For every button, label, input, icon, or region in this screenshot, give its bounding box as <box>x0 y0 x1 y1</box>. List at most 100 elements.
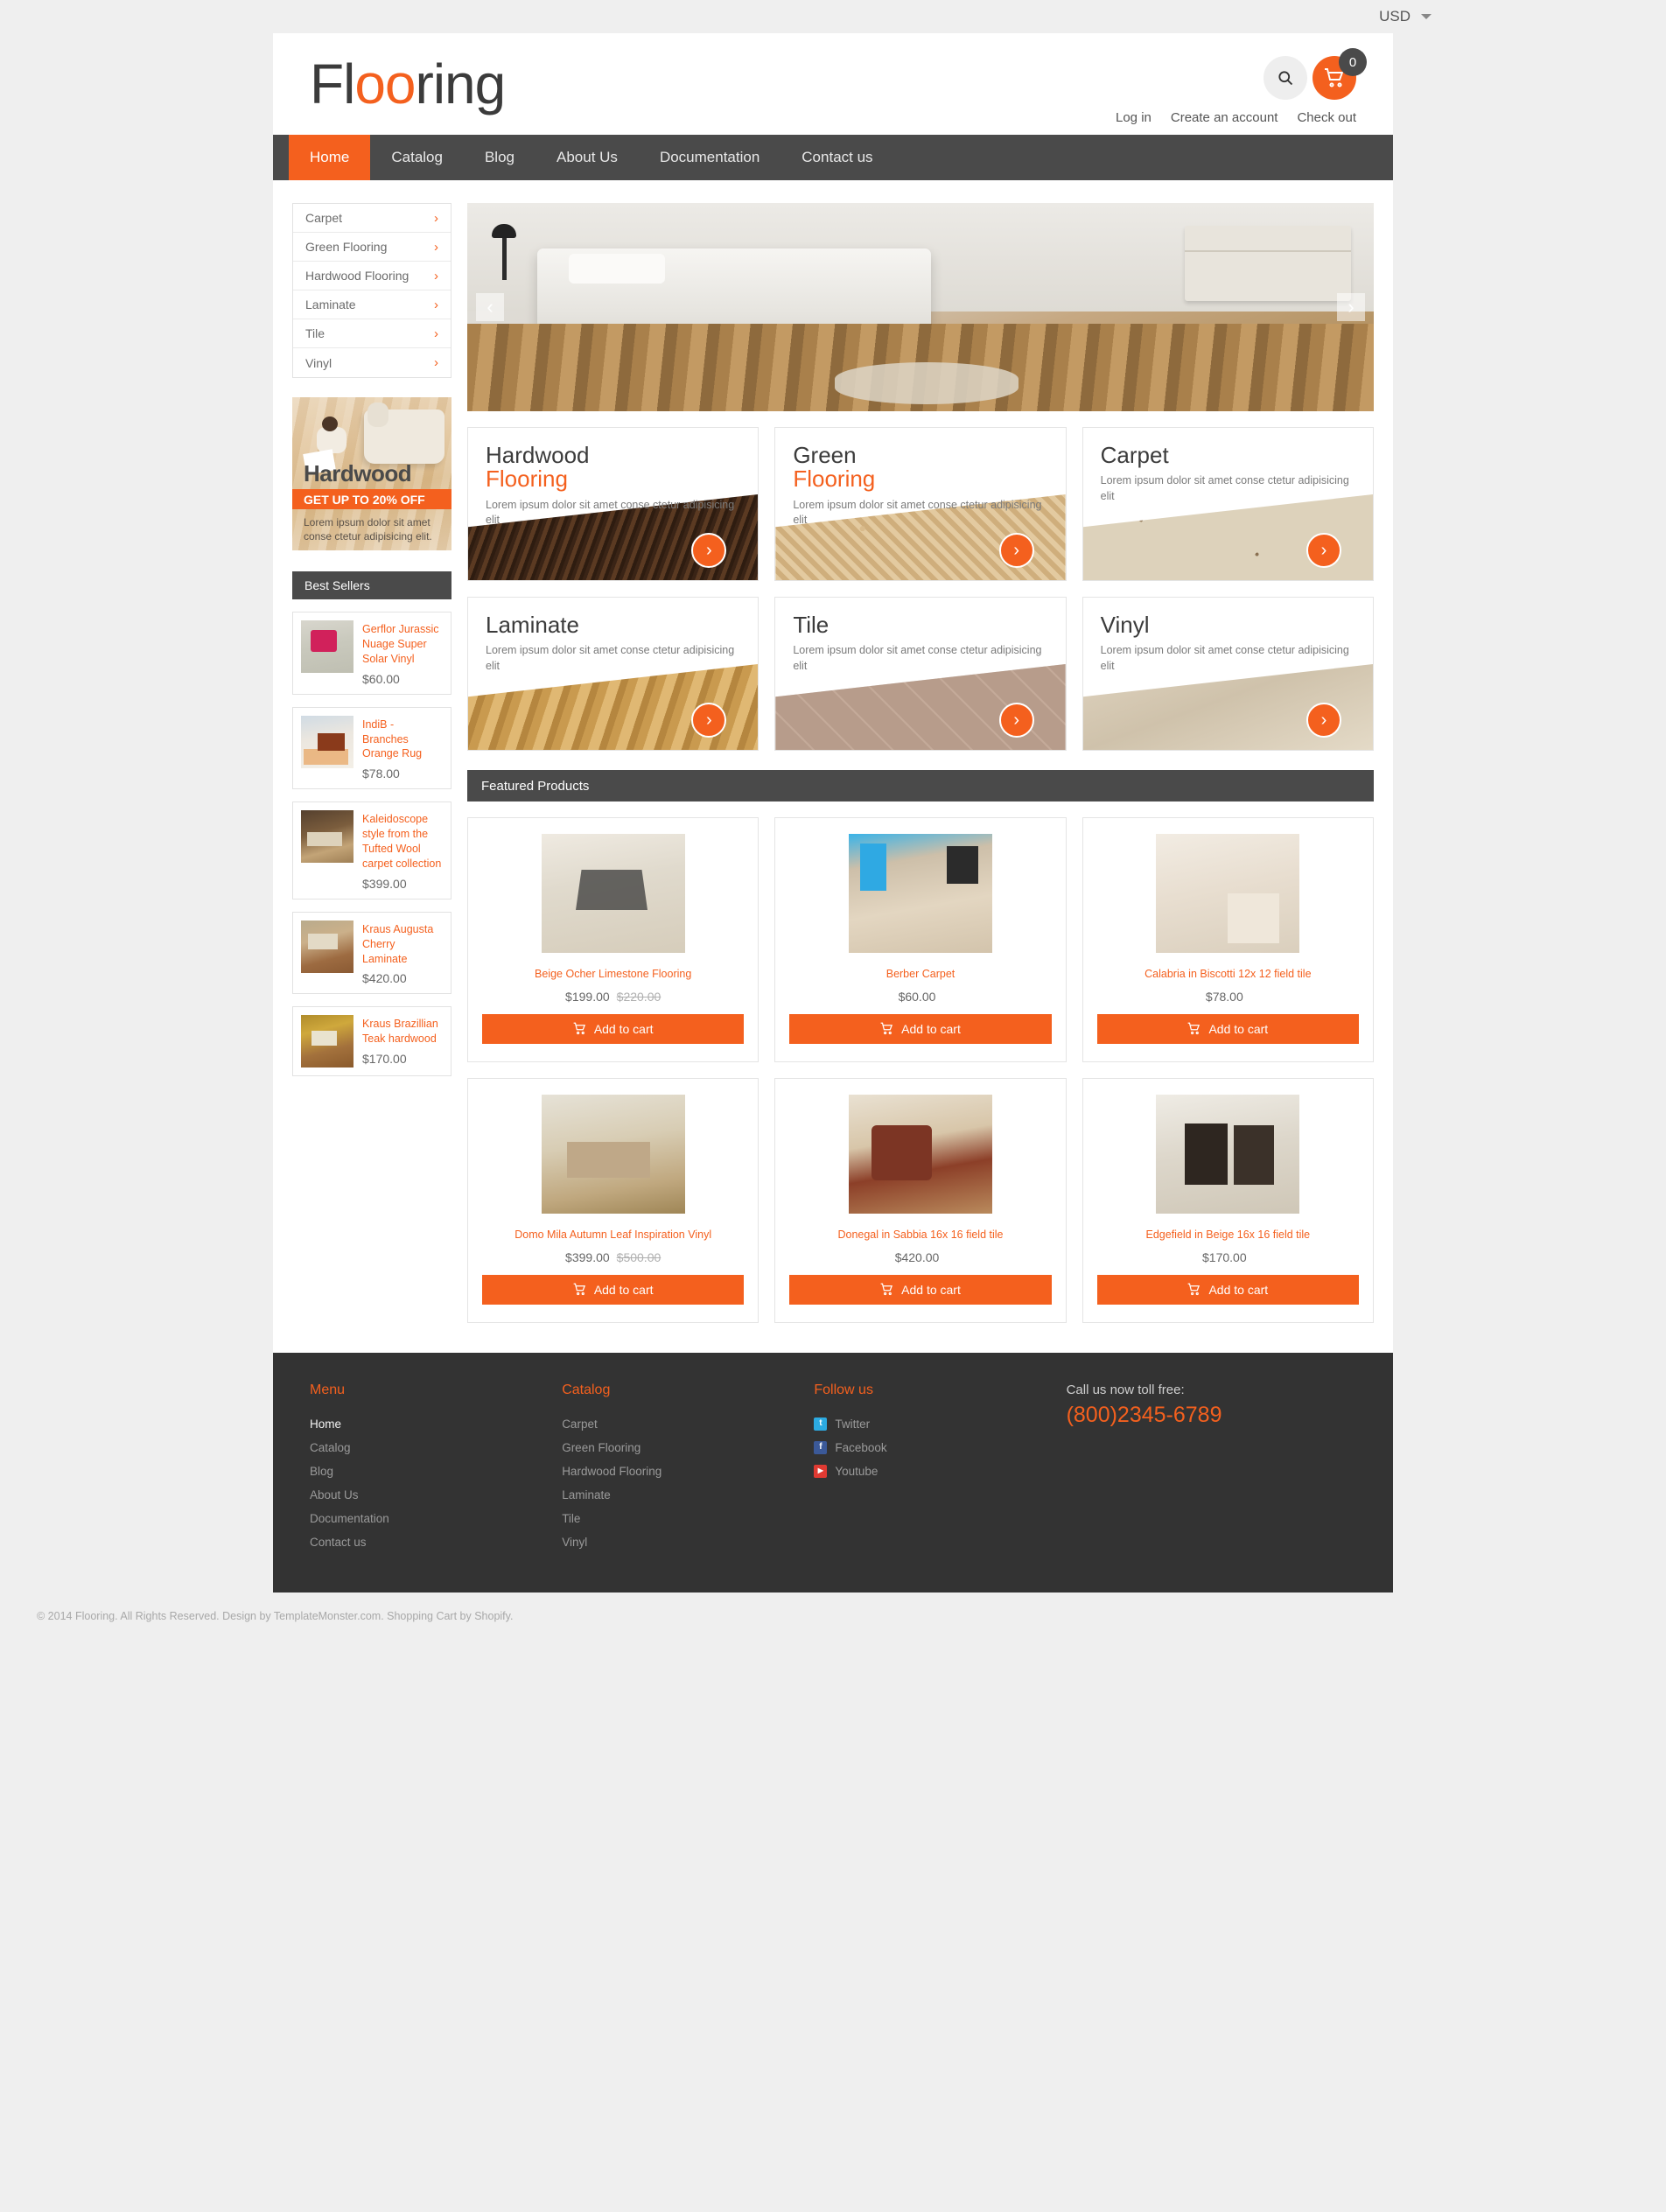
social-link-youtube[interactable]: ▶ Youtube <box>814 1460 1066 1483</box>
sidebar-item-hardwood-flooring[interactable]: Hardwood Flooring › <box>293 262 451 290</box>
product-card[interactable]: Calabria in Biscotti 12x 12 field tile $… <box>1082 817 1374 1062</box>
category-tile-green-flooring[interactable]: Green Flooring Lorem ipsum dolor sit ame… <box>774 427 1067 581</box>
product-card[interactable]: Edgefield in Beige 16x 16 field tile $17… <box>1082 1077 1374 1323</box>
create-account-link[interactable]: Create an account <box>1171 110 1278 125</box>
add-to-cart-button[interactable]: Add to cart <box>789 1013 1052 1044</box>
search-button[interactable] <box>1264 56 1307 100</box>
product-name[interactable]: Gerflor Jurassic Nuage Super Solar Vinyl <box>362 622 443 667</box>
best-sellers-title: Best Sellers <box>292 571 452 599</box>
tile-arrow-button[interactable]: › <box>1306 533 1341 568</box>
nav-item-catalog[interactable]: Catalog <box>370 135 464 180</box>
footer-link-vinyl[interactable]: Vinyl <box>562 1530 814 1554</box>
category-label: Carpet <box>305 211 343 225</box>
footer-link-about-us[interactable]: About Us <box>310 1483 562 1507</box>
product-price-row: $60.00 <box>899 990 943 1004</box>
tile-description: Lorem ipsum dolor sit amet conse ctetur … <box>793 644 1042 672</box>
product-price: $78.00 <box>1205 989 1243 1004</box>
product-price: $60.00 <box>898 989 936 1004</box>
add-to-cart-button[interactable]: Add to cart <box>482 1274 745 1305</box>
shopping-cart-icon <box>880 1283 893 1296</box>
phone-number[interactable]: (800)2345-6789 <box>1067 1403 1356 1428</box>
tile-head: Green Flooring Lorem ipsum dolor sit ame… <box>775 428 1065 528</box>
footer-link-catalog[interactable]: Catalog <box>310 1436 562 1460</box>
nav-item-contact-us[interactable]: Contact us <box>780 135 893 180</box>
footer-link-green-flooring[interactable]: Green Flooring <box>562 1436 814 1460</box>
product-name[interactable]: Berber Carpet <box>886 967 956 982</box>
product-name[interactable]: Kraus Brazillian Teak hardwood <box>362 1017 443 1046</box>
product-name[interactable]: Kraus Augusta Cherry Laminate <box>362 922 443 967</box>
footer-link-contact-us[interactable]: Contact us <box>310 1530 562 1554</box>
nav-item-blog[interactable]: Blog <box>464 135 536 180</box>
product-price-row: $420.00 <box>895 1250 947 1264</box>
add-to-cart-button[interactable]: Add to cart <box>482 1013 745 1044</box>
login-link[interactable]: Log in <box>1116 110 1152 125</box>
category-tile-carpet[interactable]: Carpet Lorem ipsum dolor sit amet conse … <box>1082 427 1374 581</box>
slider-next-button[interactable]: › <box>1337 293 1365 321</box>
product-name[interactable]: Kaleidoscope style from the Tufted Wool … <box>362 812 443 872</box>
sidebar-item-green-flooring[interactable]: Green Flooring › <box>293 233 451 262</box>
cart-button[interactable]: 0 <box>1312 48 1367 100</box>
sidebar: Carpet › Green Flooring › Hardwood Floorin… <box>292 203 452 1323</box>
footer-link-documentation[interactable]: Documentation <box>310 1507 562 1530</box>
tile-subtitle: Flooring <box>793 466 876 493</box>
tile-arrow-button[interactable]: › <box>998 703 1034 738</box>
product-name[interactable]: Donegal in Sabbia 16x 16 field tile <box>837 1228 1003 1242</box>
product-name[interactable]: IndiB - Branches Orange Rug <box>362 718 443 762</box>
footer-link-hardwood-flooring[interactable]: Hardwood Flooring <box>562 1460 814 1483</box>
nav-item-documentation[interactable]: Documentation <box>639 135 780 180</box>
currency-selector[interactable]: USD <box>1379 8 1432 25</box>
tile-description: Lorem ipsum dolor sit amet conse ctetur … <box>1100 644 1349 672</box>
tile-subtitle: Flooring <box>486 466 568 493</box>
sidebar-item-carpet[interactable]: Carpet › <box>293 204 451 233</box>
footer-link-blog[interactable]: Blog <box>310 1460 562 1483</box>
hero-slider: ‹ › <box>467 203 1374 411</box>
footer-link-home[interactable]: Home <box>310 1412 562 1436</box>
product-price: $60.00 <box>362 671 400 686</box>
list-item[interactable]: Kaleidoscope style from the Tufted Wool … <box>292 802 452 900</box>
top-utility-bar: USD <box>0 0 1666 33</box>
product-name[interactable]: Domo Mila Autumn Leaf Inspiration Vinyl <box>514 1228 711 1242</box>
footer-link-laminate[interactable]: Laminate <box>562 1483 814 1507</box>
tile-arrow-button[interactable]: › <box>998 533 1034 568</box>
product-old-price: $500.00 <box>616 1250 662 1264</box>
category-tile-tile[interactable]: Tile Lorem ipsum dolor sit amet conse ct… <box>774 597 1067 751</box>
footer-contact-column: Call us now toll free: (800)2345-6789 <box>1067 1382 1356 1554</box>
social-link-facebook[interactable]: f Facebook <box>814 1436 1066 1460</box>
promo-banner[interactable]: Hardwood GET UP TO 20% OFF Lorem ipsum d… <box>292 397 452 550</box>
product-card[interactable]: Donegal in Sabbia 16x 16 field tile $420… <box>774 1077 1067 1323</box>
list-item[interactable]: IndiB - Branches Orange Rug $78.00 <box>292 706 452 790</box>
add-to-cart-button[interactable]: Add to cart <box>1096 1274 1359 1305</box>
tile-arrow-button[interactable]: › <box>1306 703 1341 738</box>
product-card[interactable]: Domo Mila Autumn Leaf Inspiration Vinyl … <box>467 1077 760 1323</box>
footer-link-tile[interactable]: Tile <box>562 1507 814 1530</box>
product-card[interactable]: Berber Carpet $60.00 Add to cart <box>774 817 1067 1062</box>
list-item[interactable]: Gerflor Jurassic Nuage Super Solar Vinyl… <box>292 612 452 695</box>
product-image <box>848 1094 992 1214</box>
call-label: Call us now toll free: <box>1066 1382 1185 1397</box>
sidebar-item-tile[interactable]: Tile › <box>293 319 451 348</box>
promo-sofa-graphic <box>364 402 444 464</box>
sidebar-item-laminate[interactable]: Laminate › <box>293 290 451 319</box>
product-name[interactable]: Beige Ocher Limestone Flooring <box>535 967 691 982</box>
checkout-link[interactable]: Check out <box>1297 110 1356 125</box>
nav-item-about-us[interactable]: About Us <box>536 135 639 180</box>
category-tile-vinyl[interactable]: Vinyl Lorem ipsum dolor sit amet conse c… <box>1082 597 1374 751</box>
footer-link-carpet[interactable]: Carpet <box>562 1412 814 1436</box>
sidebar-item-vinyl[interactable]: Vinyl › <box>293 348 451 377</box>
list-item[interactable]: Kraus Brazillian Teak hardwood $170.00 <box>292 1006 452 1077</box>
social-link-twitter[interactable]: t Twitter <box>814 1412 1066 1436</box>
main-navigation: Home Catalog Blog About Us Documentation… <box>273 135 1393 180</box>
add-to-cart-button[interactable]: Add to cart <box>1096 1013 1359 1044</box>
product-name[interactable]: Edgefield in Beige 16x 16 field tile <box>1146 1228 1311 1242</box>
product-name[interactable]: Calabria in Biscotti 12x 12 field tile <box>1144 967 1311 982</box>
add-to-cart-button[interactable]: Add to cart <box>789 1274 1052 1305</box>
list-item[interactable]: Kraus Augusta Cherry Laminate $420.00 <box>292 911 452 995</box>
slider-prev-button[interactable]: ‹ <box>476 293 504 321</box>
product-card[interactable]: Beige Ocher Limestone Flooring $199.00 $… <box>467 817 760 1062</box>
chevron-down-icon <box>1421 14 1432 19</box>
category-tile-laminate[interactable]: Laminate Lorem ipsum dolor sit amet cons… <box>467 597 760 751</box>
category-tile-hardwood-flooring[interactable]: Hardwood Flooring Lorem ipsum dolor sit … <box>467 427 760 581</box>
nav-item-home[interactable]: Home <box>289 135 371 180</box>
featured-products-grid: Beige Ocher Limestone Flooring $199.00 $… <box>467 817 1374 1323</box>
